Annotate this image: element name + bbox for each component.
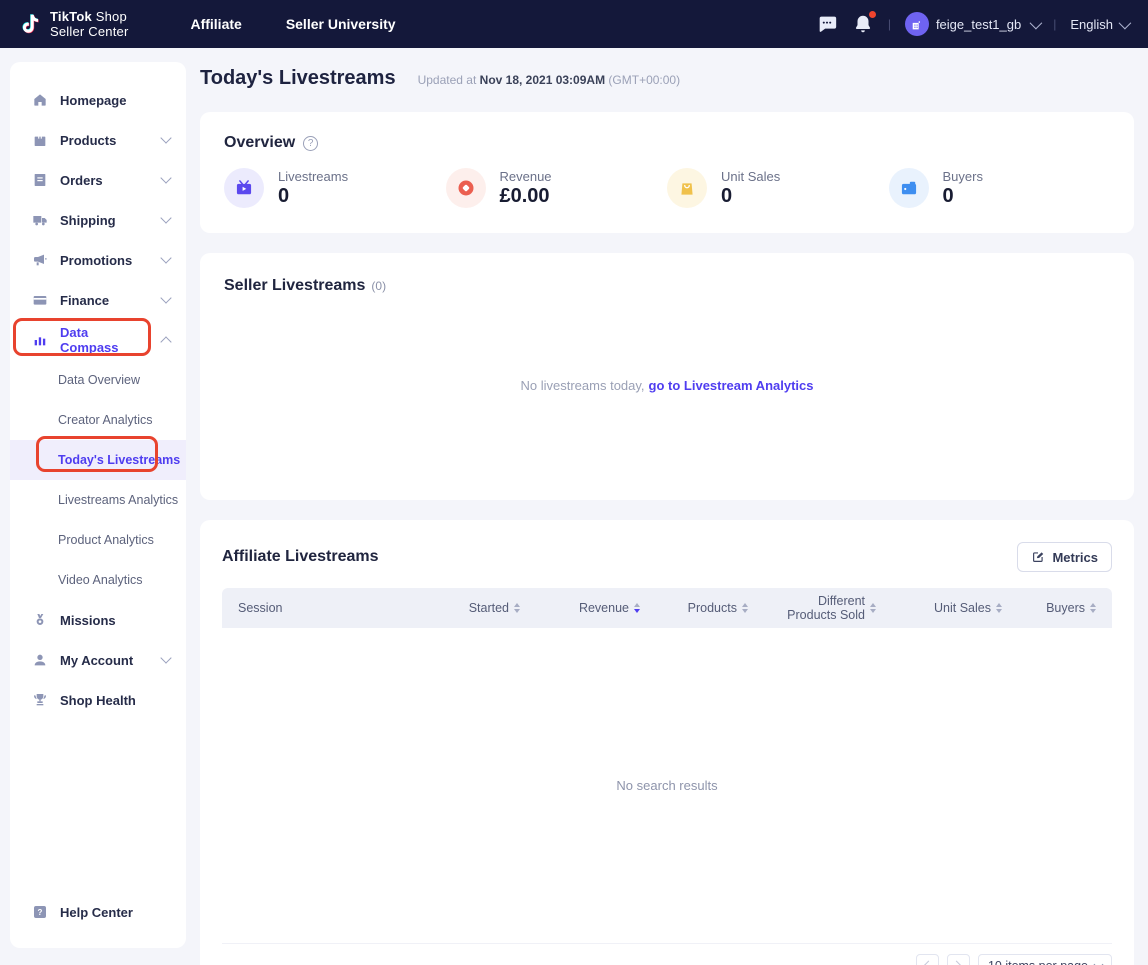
bar-chart-icon — [32, 332, 48, 348]
divider: | — [888, 17, 891, 31]
chevron-down-icon — [160, 252, 171, 263]
username: feige_test1_gb — [936, 17, 1021, 32]
bag-icon — [32, 132, 48, 148]
orders-icon — [32, 172, 48, 188]
chevron-down-icon — [160, 212, 171, 223]
coin-icon — [446, 168, 486, 208]
affiliate-livestreams-title: Affiliate Livestreams — [222, 548, 379, 566]
metric-revenue: Revenue £0.00 — [446, 168, 668, 208]
logo-text: TikTok Shop Seller Center — [50, 9, 128, 39]
wallet-icon — [889, 168, 929, 208]
help-square-icon: ? — [32, 904, 48, 920]
help-icon[interactable]: ? — [303, 136, 318, 151]
column-session: Session — [238, 601, 402, 615]
chevron-down-icon — [1119, 16, 1132, 29]
next-page-button[interactable] — [947, 954, 970, 965]
main-content: Today's Livestreams Updated at Nov 18, 2… — [200, 62, 1134, 965]
notification-badge — [869, 11, 876, 18]
pagination: 10 items per page — [222, 954, 1112, 965]
seller-livestreams-count: (0) — [371, 279, 386, 293]
prev-page-button[interactable] — [916, 954, 939, 965]
top-navigation: Affiliate Seller University — [190, 16, 395, 32]
column-unit-sales[interactable]: Unit Sales — [876, 601, 1002, 615]
affiliate-table: Session Started Revenue Products Differe… — [222, 588, 1112, 965]
metric-livestreams: Livestreams 0 — [224, 168, 446, 208]
medal-icon — [32, 612, 48, 628]
column-revenue[interactable]: Revenue — [520, 601, 640, 615]
sidebar-item-missions[interactable]: Missions — [10, 600, 186, 640]
sidebar-item-data-compass[interactable]: Data Compass — [10, 320, 186, 360]
sidebar-item-finance[interactable]: Finance — [10, 280, 186, 320]
sidebar-item-orders[interactable]: Orders — [10, 160, 186, 200]
sidebar-subitem-livestreams-analytics[interactable]: Livestreams Analytics — [10, 480, 186, 520]
page-title: Today's Livestreams — [200, 67, 396, 90]
person-icon — [32, 652, 48, 668]
overview-card: Overview ? Livestreams 0 Revenue £0.00 — [200, 112, 1134, 233]
sidebar: Homepage Products Orders Shipping Promot… — [10, 62, 186, 948]
user-avatar — [905, 12, 929, 36]
affiliate-livestreams-card: Affiliate Livestreams Metrics Session St… — [200, 520, 1134, 965]
seller-livestreams-title: Seller Livestreams — [224, 277, 365, 295]
trophy-icon — [32, 692, 48, 708]
sidebar-item-shop-health[interactable]: Shop Health — [10, 680, 186, 720]
user-menu[interactable]: feige_test1_gb — [905, 12, 1039, 36]
overview-title: Overview — [224, 134, 295, 152]
sort-icon — [1090, 603, 1096, 613]
sidebar-subitem-todays-livestreams[interactable]: Today's Livestreams — [10, 440, 186, 480]
livestream-analytics-link[interactable]: go to Livestream Analytics — [649, 378, 814, 393]
sidebar-item-homepage[interactable]: Homepage — [10, 80, 186, 120]
megaphone-icon — [32, 252, 48, 268]
chevron-up-icon — [160, 336, 171, 347]
column-started[interactable]: Started — [402, 601, 520, 615]
nav-seller-university[interactable]: Seller University — [286, 16, 396, 32]
chevron-down-icon — [160, 132, 171, 143]
truck-icon — [32, 212, 48, 228]
language-selector[interactable]: English — [1070, 17, 1128, 32]
chevron-down-icon — [160, 652, 171, 663]
seller-livestreams-card: Seller Livestreams (0) No livestreams to… — [200, 253, 1134, 500]
table-empty-state: No search results — [222, 628, 1112, 944]
sidebar-item-my-account[interactable]: My Account — [10, 640, 186, 680]
edit-square-icon — [1031, 550, 1045, 564]
chat-icon[interactable] — [816, 13, 838, 35]
top-bar: TikTok Shop Seller Center Affiliate Sell… — [0, 0, 1148, 48]
column-different-products-sold[interactable]: Different Products Sold — [748, 594, 876, 623]
sidebar-item-shipping[interactable]: Shipping — [10, 200, 186, 240]
chevron-down-icon — [160, 292, 171, 303]
updated-timestamp: Updated at Nov 18, 2021 03:09AM (GMT+00:… — [418, 73, 681, 87]
column-products[interactable]: Products — [640, 601, 748, 615]
metrics-button[interactable]: Metrics — [1017, 542, 1112, 572]
metric-unit-sales: Unit Sales 0 — [667, 168, 889, 208]
sidebar-subitem-data-overview[interactable]: Data Overview — [10, 360, 186, 400]
column-buyers[interactable]: Buyers — [1002, 601, 1096, 615]
chevron-down-icon — [1094, 959, 1104, 965]
shopping-bag-icon — [667, 168, 707, 208]
chevron-down-icon — [160, 172, 171, 183]
tiktok-note-icon — [18, 9, 42, 39]
card-icon — [32, 292, 48, 308]
metric-buyers: Buyers 0 — [889, 168, 1111, 208]
sidebar-subitem-video-analytics[interactable]: Video Analytics — [10, 560, 186, 600]
live-tv-icon — [224, 168, 264, 208]
sidebar-item-products[interactable]: Products — [10, 120, 186, 160]
seller-livestreams-empty-state: No livestreams today, go to Livestream A… — [224, 295, 1110, 476]
sidebar-item-promotions[interactable]: Promotions — [10, 240, 186, 280]
svg-text:?: ? — [38, 908, 43, 917]
home-icon — [32, 92, 48, 108]
sidebar-subitem-creator-analytics[interactable]: Creator Analytics — [10, 400, 186, 440]
sidebar-item-help-center[interactable]: ? Help Center — [10, 892, 186, 932]
table-header-row: Session Started Revenue Products Differe… — [222, 588, 1112, 628]
sidebar-subitem-product-analytics[interactable]: Product Analytics — [10, 520, 186, 560]
divider: | — [1053, 17, 1056, 31]
page-size-select[interactable]: 10 items per page — [978, 954, 1112, 965]
nav-affiliate[interactable]: Affiliate — [190, 16, 241, 32]
tiktok-shop-logo[interactable]: TikTok Shop Seller Center — [18, 9, 128, 39]
notification-bell-icon[interactable] — [852, 13, 874, 35]
chevron-down-icon — [1030, 16, 1043, 29]
